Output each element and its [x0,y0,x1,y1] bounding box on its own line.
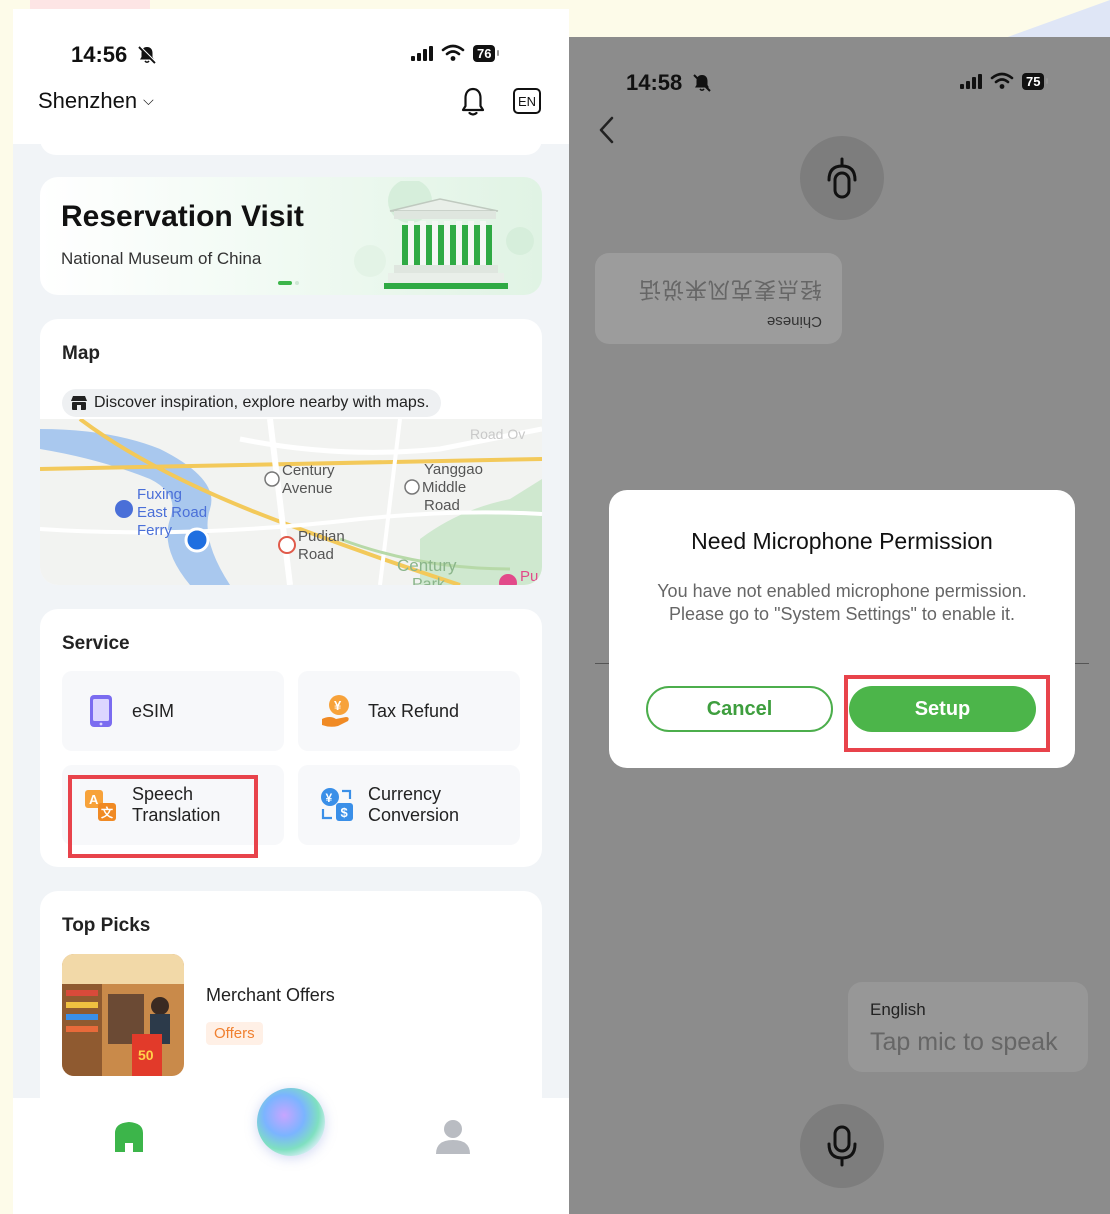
map-card[interactable]: Map Discover inspiration, explore nearby… [40,319,542,585]
service-tax-refund[interactable]: ¥ Tax Refund [298,671,520,751]
wifi-icon [441,44,465,61]
museum-illustration [354,181,534,289]
annotation-highlight-box [68,775,258,858]
map-label: Road [298,546,334,563]
battery-indicator: 76 [473,44,501,62]
svg-text:50: 50 [138,1047,154,1063]
dialog-message: You have not enabled microphone permissi… [657,581,1027,624]
map-view[interactable]: Road Ov Century Avenue Yanggao Middle Ro… [40,419,542,585]
previous-card-edge [40,129,542,155]
map-label: Park [412,576,446,585]
left-screen-home: 14:56 76 Shenzhen ⌵ EN Reservation Visit… [13,9,569,1214]
merchant-offers-title[interactable]: Merchant Offers [206,985,335,1006]
service-currency-conversion[interactable]: ¥ $ Currency Conversion [298,765,520,845]
map-hint-chip[interactable]: Discover inspiration, explore nearby wit… [62,389,442,417]
map-label: Ferry [137,522,172,539]
merchant-offers-image[interactable]: 50 [62,954,184,1076]
esim-phone-icon [90,695,112,727]
service-label: Tax Refund [368,700,460,721]
status-time: 14:58 [626,70,683,95]
map-label: Fuxing [137,486,182,503]
silent-bell-icon [693,74,711,92]
language-switch-button[interactable]: EN [513,88,541,114]
mic-button[interactable] [800,1104,884,1188]
currency-conversion-icon: ¥ $ [321,788,353,821]
map-card-title: Map [62,343,100,364]
map-label: Pu [520,568,538,585]
dialog-title: Need Microphone Permission [691,528,993,554]
mirrored-mic-button[interactable] [800,136,884,220]
bubble-language: English [870,1000,926,1019]
store-icon [71,396,87,410]
microphone-icon [827,1125,857,1167]
svg-text:¥: ¥ [334,698,342,713]
reservation-banner[interactable]: Reservation Visit National Museum of Chi… [40,177,542,295]
service-card-title: Service [62,633,130,654]
notification-bell-icon[interactable] [459,85,487,119]
banner-title: Reservation Visit [61,200,304,233]
svg-text:¥: ¥ [326,791,333,805]
map-label: Yanggao [424,461,483,478]
map-label: Century [282,462,335,479]
silent-bell-icon [138,46,157,64]
chinese-speech-bubble: Chinese 轻点麦克风来说话 [595,253,842,344]
map-label: Pudian [298,528,345,545]
back-chevron-icon[interactable] [597,115,617,145]
chevron-down-icon: ⌵ [143,92,154,108]
profile-icon[interactable] [433,1116,473,1156]
signal-icon [411,45,433,61]
cancel-button[interactable]: Cancel [646,686,833,732]
right-screen-translation: 14:58 75 Chinese 轻点麦克风来说话 English Tap mi… [569,37,1110,1214]
map-label: Avenue [282,480,333,497]
signal-icon [960,73,982,89]
divider [595,663,609,664]
home-icon[interactable] [111,1119,147,1155]
top-picks-title: Top Picks [62,915,151,936]
ai-orb-icon[interactable] [257,1088,325,1156]
service-label: Currency [368,784,442,804]
service-esim[interactable]: eSIM [62,671,284,751]
map-label: Road Ov [470,426,525,442]
city-name: Shenzhen [38,88,138,113]
english-speech-bubble: English Tap mic to speak [848,982,1088,1072]
tax-refund-icon: ¥ [322,695,349,727]
status-time: 14:56 [71,42,128,67]
bottom-tab-bar [13,1088,569,1214]
status-bar: 14:56 76 [13,9,569,89]
bubble-prompt: Tap mic to speak [870,1028,1058,1056]
map-label: East Road [137,504,207,521]
city-selector[interactable]: Shenzhen ⌵ [38,88,154,114]
carousel-indicator [278,281,299,285]
divider [1075,663,1089,664]
service-label: eSIM [132,700,175,721]
offers-badge: Offers [206,1022,263,1045]
battery-indicator: 75 [1022,72,1050,90]
banner-subtitle: National Museum of China [61,249,262,268]
map-label: Road [424,497,460,514]
map-label: Middle [422,479,466,496]
map-label: Century [397,556,457,575]
map-hint-text: Discover inspiration, explore nearby wit… [94,394,430,411]
status-bar: 14:58 75 [569,37,1110,117]
wifi-icon [990,72,1014,89]
svg-text:$: $ [341,805,349,820]
background-decoration [1005,0,1110,38]
bubble-prompt: 轻点麦克风来说话 [637,277,822,302]
bubble-language: Chinese [766,313,822,330]
service-label: Conversion [368,805,460,825]
microphone-icon [827,157,857,199]
annotation-highlight-box [844,675,1050,752]
